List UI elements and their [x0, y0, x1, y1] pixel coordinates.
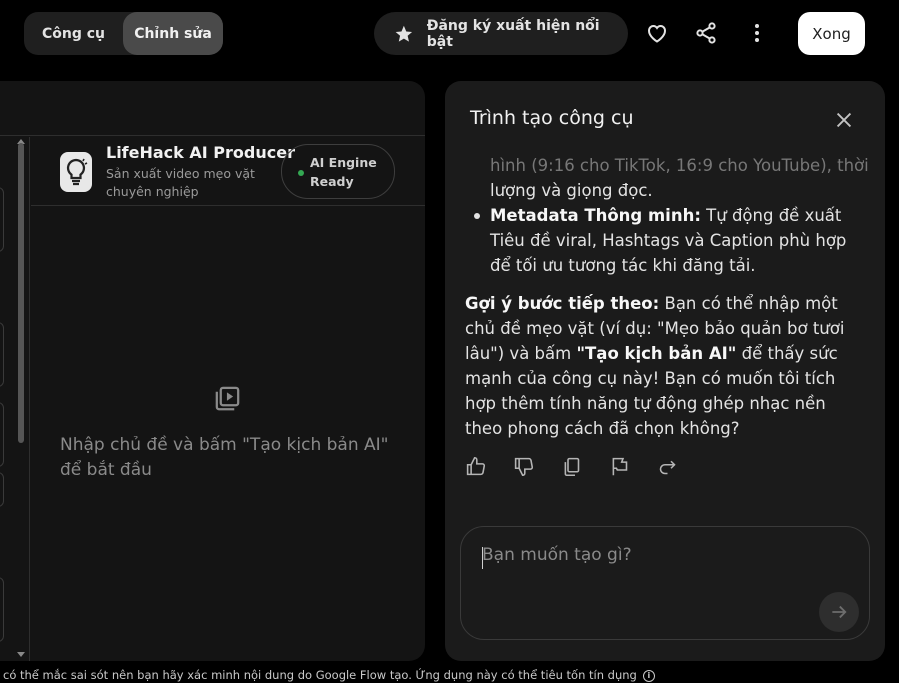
- more-options-button[interactable]: [742, 18, 772, 48]
- share-button[interactable]: [691, 18, 721, 48]
- panel-title: Trình tạo công cụ: [470, 107, 634, 129]
- app-header: LifeHack AI Producer Sản xuất video mẹo …: [31, 137, 425, 206]
- flag-icon: [612, 457, 628, 476]
- text-caret: [482, 547, 483, 569]
- arrow-right-icon: [832, 605, 847, 619]
- thumbs-down-button[interactable]: [513, 456, 534, 477]
- app-preview-panel: LifeHack AI Producer Sản xuất video mẹo …: [0, 81, 425, 661]
- bullet-title: Metadata Thông minh:: [490, 206, 701, 225]
- tool-builder-panel: Trình tạo công cụ hình (9:16 cho TikTok,…: [445, 81, 885, 661]
- side-card: [0, 187, 4, 252]
- lightbulb-icon: [66, 158, 88, 186]
- side-card: [0, 402, 4, 467]
- scroll-down-arrow[interactable]: [17, 652, 25, 657]
- list-item: lượng và giọng đọc.: [465, 178, 865, 203]
- tab-edit[interactable]: Chỉnh sửa: [123, 12, 223, 55]
- info-icon[interactable]: i: [642, 669, 655, 682]
- disclaimer-footer: có thể mắc sai sót nên bạn hãy xác minh …: [0, 668, 899, 683]
- report-button[interactable]: [609, 456, 630, 477]
- tab-tools[interactable]: Công cụ: [24, 12, 123, 55]
- redo-icon: [659, 460, 676, 475]
- side-card: [0, 322, 4, 387]
- disclaimer-text: có thể mắc sai sót nên bạn hãy xác minh …: [3, 668, 637, 682]
- preview-side-column: [0, 137, 30, 661]
- feedback-actions: [465, 456, 678, 477]
- mode-switch: Công cụ Chỉnh sửa: [24, 12, 223, 55]
- status-dot: [298, 170, 304, 176]
- prompt-input[interactable]: [482, 545, 842, 565]
- more-vert-icon: [755, 24, 759, 42]
- app-title: LifeHack AI Producer: [106, 143, 295, 162]
- star-icon: [395, 25, 413, 42]
- send-button[interactable]: [819, 592, 859, 632]
- feature-request-button[interactable]: Đăng ký xuất hiện nổi bật: [374, 12, 628, 55]
- redo-button[interactable]: [657, 456, 678, 477]
- thumbs-up-icon: [466, 456, 486, 476]
- feature-request-label: Đăng ký xuất hiện nổi bật: [426, 17, 600, 50]
- heart-icon: [647, 24, 667, 43]
- done-button[interactable]: Xong: [798, 12, 865, 55]
- side-card: [0, 577, 4, 642]
- close-icon: [836, 112, 852, 128]
- next-step-paragraph: Gợi ý bước tiếp theo: Bạn có thể nhập mộ…: [465, 291, 865, 441]
- side-card: [0, 472, 4, 507]
- next-step-title: Gợi ý bước tiếp theo:: [465, 294, 660, 313]
- copy-button[interactable]: [561, 456, 582, 477]
- next-step-bold: "Tạo kịch bản AI": [576, 344, 737, 363]
- scrollbar-thumb[interactable]: [18, 143, 24, 443]
- faded-text-line: hình (9:16 cho TikTok, 16:9 cho YouTube)…: [490, 156, 869, 175]
- engine-status-badge: AI Engine Ready: [281, 144, 395, 199]
- list-item: Metadata Thông minh: Tự động đề xuất Tiê…: [465, 203, 865, 278]
- empty-state-message: Nhập chủ đề và bấm "Tạo kịch bản AI" để …: [60, 435, 389, 480]
- video-library-icon: [214, 385, 241, 416]
- list-item-continuation: lượng và giọng đọc.: [490, 181, 653, 200]
- engine-badge-line2: Ready: [310, 174, 354, 189]
- close-button[interactable]: [833, 109, 855, 131]
- thumbs-down-icon: [514, 457, 534, 477]
- favorite-button[interactable]: [642, 18, 672, 48]
- app-logo: [60, 152, 92, 192]
- engine-badge-line1: AI Engine: [310, 155, 377, 170]
- prompt-composer: [460, 526, 870, 640]
- preview-toolbar: [0, 81, 425, 136]
- feature-list: lượng và giọng đọc. Metadata Thông minh:…: [465, 178, 865, 278]
- share-icon: [696, 22, 716, 44]
- copy-icon: [564, 457, 580, 477]
- thumbs-up-button[interactable]: [465, 456, 486, 477]
- app-subtitle: Sản xuất video mẹo vặt chuyên nghiệp: [106, 166, 255, 199]
